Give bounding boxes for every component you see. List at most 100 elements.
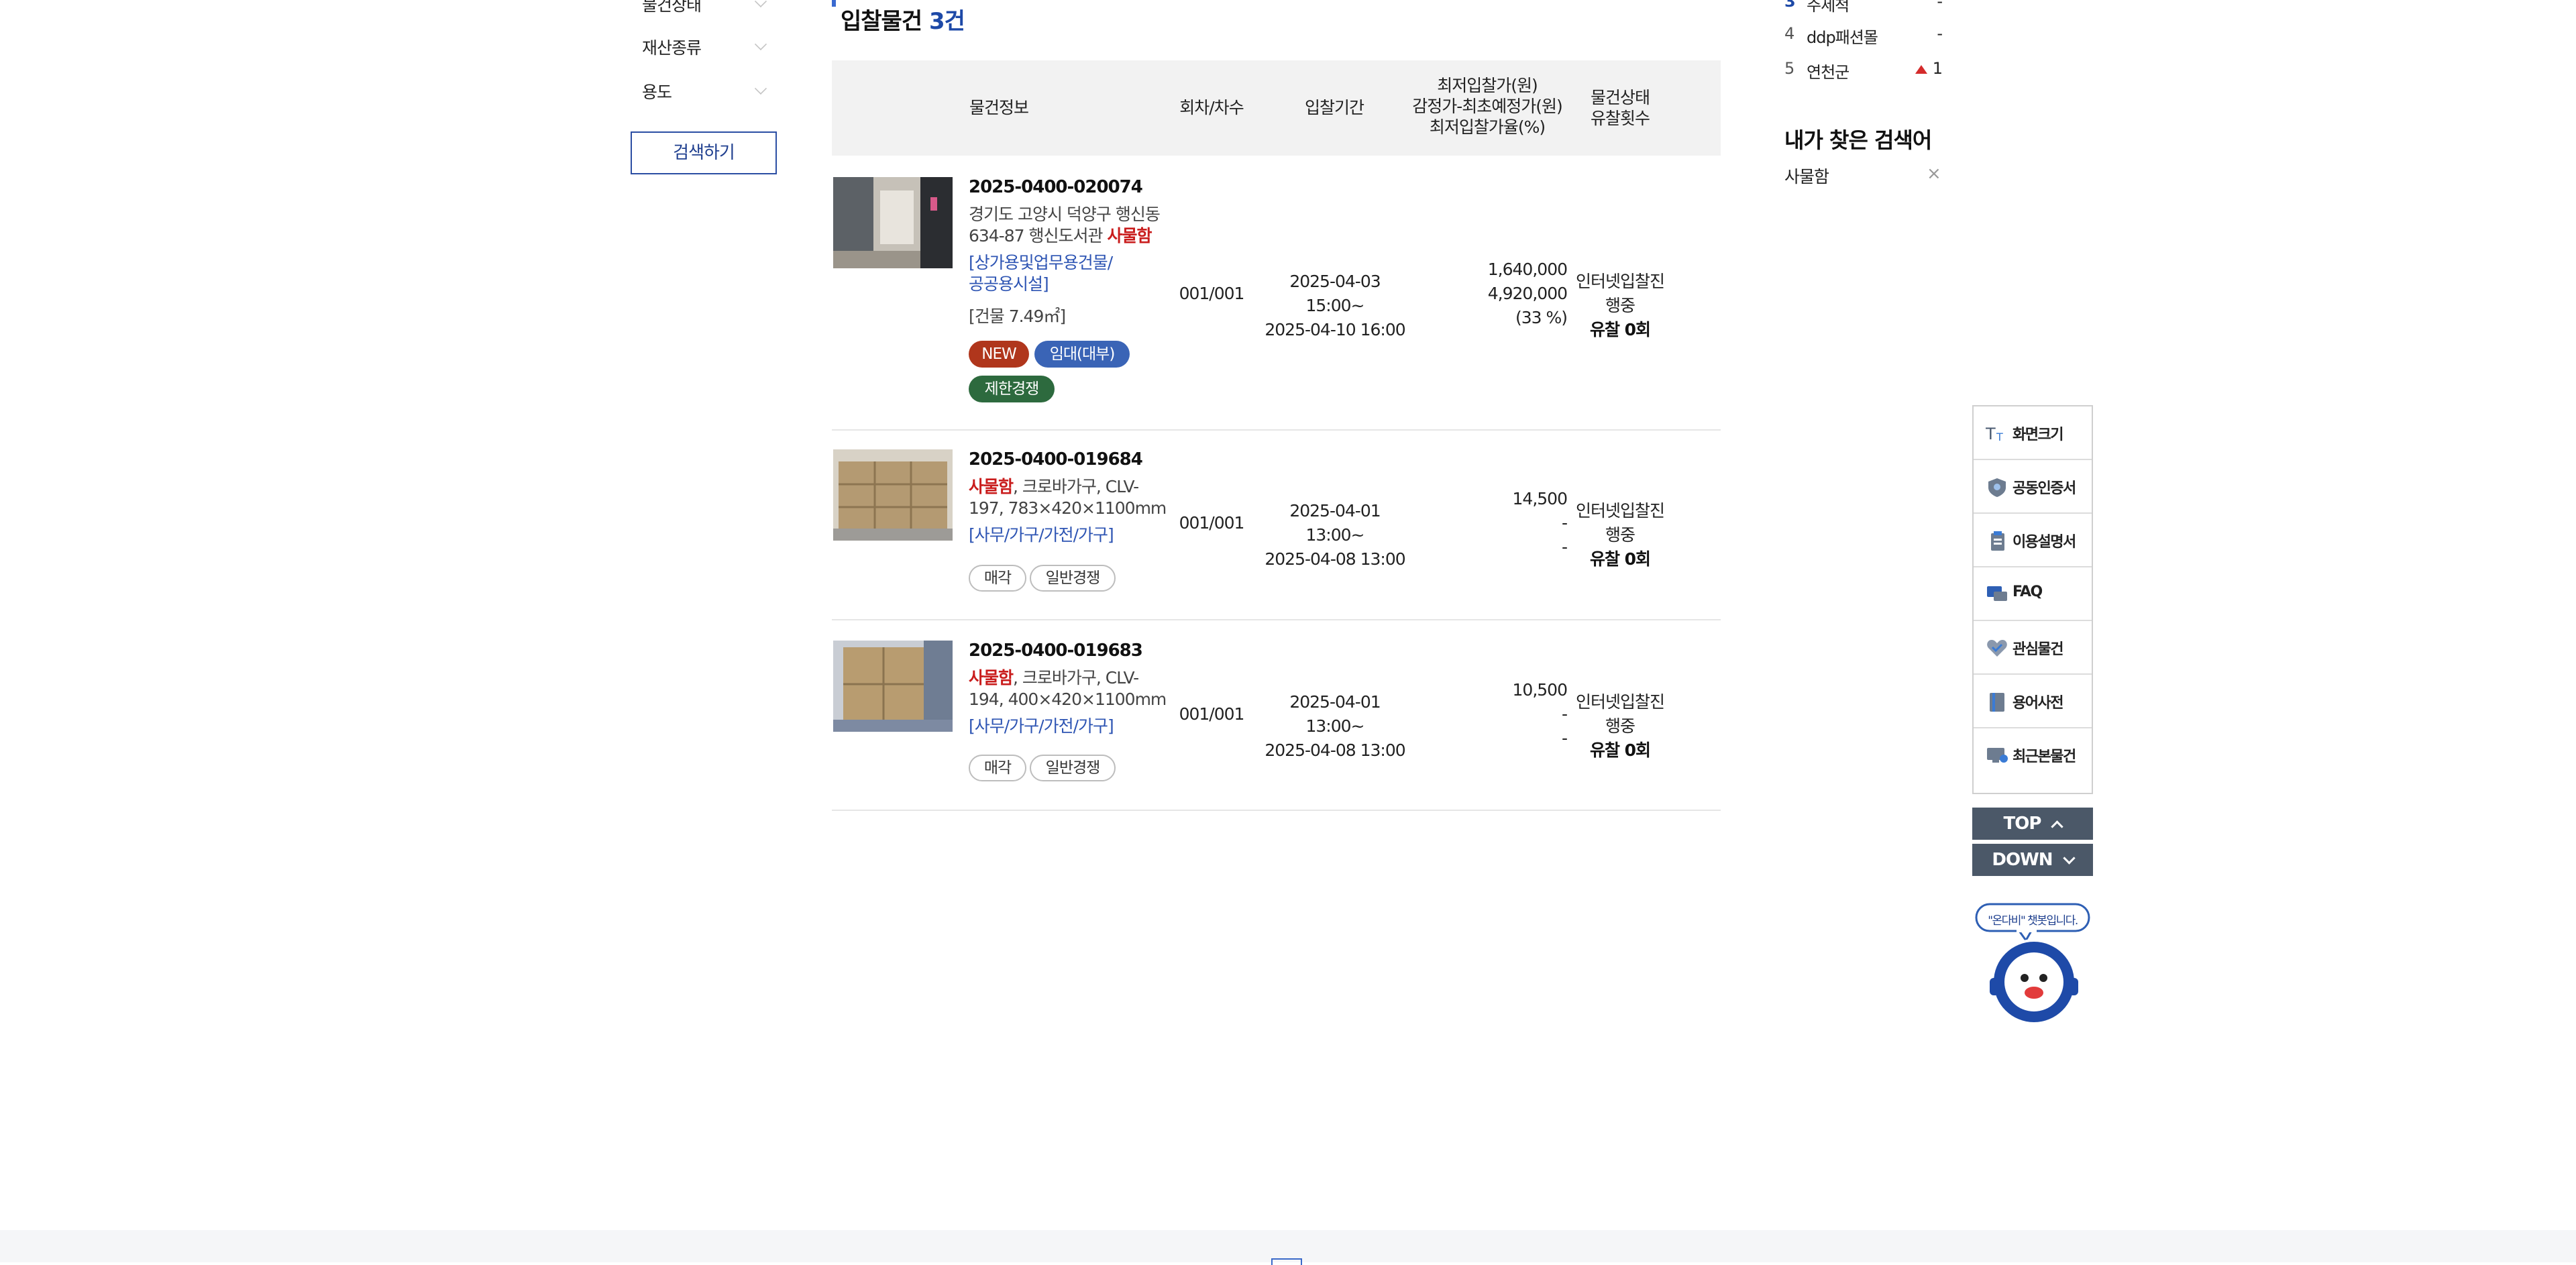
desc-line1: 경기도 고양시 덕양구 행신동 [969,205,1161,224]
prices: 1,640,000 4,920,000 (33 %) [1395,258,1568,330]
quick-label: 용어사전 [2012,695,2063,712]
case-number[interactable]: 2025-0400-020074 [969,177,1143,197]
header-price-line2: 감정가-최초예정가(원) [1412,97,1563,116]
rank-keyword[interactable]: 연천군 [1807,59,1849,82]
close-icon[interactable]: × [1927,164,1941,184]
item-area: [건물 7.49㎡] [969,307,1066,326]
title-marker [832,0,836,7]
item-status: 인터넷입찰진행중 유찰 0회 [1573,690,1667,763]
min-bid-price: 14,500 [1512,489,1568,508]
quick-certificate[interactable]: 공동인증서 [1974,460,2092,514]
period-end: 2025-04-10 16:00 [1265,320,1405,339]
badge-sale: 매각 [969,755,1026,781]
table-row[interactable]: 2025-0400-020074 경기도 고양시 덕양구 행신동 634-87 … [832,156,1721,431]
quick-faq[interactable]: FAQ [1974,567,2092,621]
quick-label: FAQ [2012,584,2043,600]
manual-icon [1991,531,2004,551]
scroll-top-button[interactable]: TOP [1972,808,2093,840]
item-description[interactable]: 사물함, 크로바가구, CLV- 197, 783×420×1100mm [969,476,1170,519]
fail-count-text: 유찰 0회 [1589,320,1651,339]
item-description[interactable]: 사물함, 크로바가구, CLV- 194, 400×420×1100mm [969,667,1170,710]
list-title-text: 입찰물건 [841,8,922,35]
down-label: DOWN [1992,850,2053,870]
ranking-item[interactable]: 4 ddp패션몰 - [1784,24,1943,48]
quick-label: 화면크기 [2012,427,2063,443]
fail-count: 유찰 0회 [1573,547,1667,571]
header-price-line1: 최저입찰가(원) [1437,76,1538,95]
rank-keyword[interactable]: ddp패션몰 [1807,24,1878,48]
badge-general-competition: 일반경쟁 [1030,755,1116,781]
quick-label: 최근본물건 [2012,749,2076,765]
header-price: 최저입찰가(원) 감정가-최초예정가(원) 최저입찰가율(%) [1403,75,1571,138]
desc-line1: 사물함, 크로바가구, CLV- [969,667,1170,689]
appraisal-price: 4,920,000 [1487,284,1568,303]
list-title: 입찰물건 3건 [841,3,965,36]
svg-text:T: T [1986,425,1996,443]
keyword-highlight: 사물함 [1107,226,1152,245]
filter-status-label: 물건상태 [642,0,702,15]
keyword-highlight: 사물함 [969,477,1014,496]
keyword-highlight: 사물함 [969,668,1014,688]
quick-manual[interactable]: 이용설명서 [1974,514,2092,567]
quick-label: 이용설명서 [2012,534,2076,551]
quick-dictionary[interactable]: 용어사전 [1974,675,2092,728]
chevron-down-icon [754,38,767,51]
period-start: 2025-04-03 15:00~ [1289,272,1381,315]
quick-text-size[interactable]: T T 화면크기 [1974,406,2092,460]
chevron-down-icon [754,82,767,95]
status-text: 인터넷입찰진행중 [1575,692,1665,736]
quick-label: 관심물건 [2012,641,2063,658]
filter-usage[interactable]: 용도 [642,79,767,106]
table-row[interactable]: 2025-0400-019683 사물함, 크로바가구, CLV- 194, 4… [832,620,1721,811]
search-button[interactable]: 검색하기 [631,131,777,174]
round: 001/001 [1179,284,1245,303]
filter-property-type[interactable]: 재산종류 [642,35,767,62]
my-search-keyword[interactable]: 사물함 [1784,164,1829,188]
usage-line1: [상가용및업무용건물/ [969,253,1113,272]
rank-number: 3 [1784,0,1796,11]
round: 001/001 [1179,704,1245,724]
quick-label: 공동인증서 [2012,480,2076,497]
ranking-item[interactable]: 5 연천군 1 [1784,59,1943,83]
rank-keyword[interactable]: 주세척 [1807,0,1849,15]
svg-text:T: T [1996,431,2003,443]
certificate-icon [1988,478,2006,497]
table-row[interactable]: 2025-0400-019684 사물함, 크로바가구, CLV- 197, 7… [832,431,1721,620]
filter-usage-label: 용도 [642,82,672,102]
header-period: 입찰기간 [1304,98,1364,117]
prices: 10,500 - - [1395,678,1568,751]
header-status: 물건상태 유찰횟수 [1573,87,1667,129]
desc-line2: 197, 783×420×1100mm [969,498,1167,518]
rank-change: 1 [1915,59,1943,78]
my-search-title: 내가 찾은 검색어 [1784,127,1932,153]
prices: 14,500 - - [1395,487,1568,559]
quick-menu: T T 화면크기 공동인증서 이용설명서 FAQ 관심물건 용어사전 최근본물건 [1972,405,2093,794]
quick-interest[interactable]: 관심물건 [1974,621,2092,675]
quick-recent[interactable]: 최근본물건 [1974,728,2092,782]
min-bid-rate: - [1561,537,1568,557]
desc-line2: 634-87 행신도서관 사물함 [969,225,1170,247]
filter-status[interactable]: 물건상태 [642,0,767,19]
case-number[interactable]: 2025-0400-019684 [969,449,1143,470]
item-photo[interactable] [833,641,953,732]
chatbot-bubble-text: "온다비" 챗봇입니다. [1988,914,2078,928]
rank-number: 5 [1784,59,1794,78]
item-description[interactable]: 경기도 고양시 덕양구 행신동 634-87 행신도서관 사물함 [969,204,1170,247]
list-count: 3건 [928,8,965,35]
item-usage: [사무/가구/가전/가구] [969,525,1114,545]
appraisal-price: - [1561,513,1568,533]
period-start: 2025-04-01 13:00~ [1289,692,1381,736]
min-bid-price: 1,640,000 [1487,260,1568,279]
period-end: 2025-04-08 13:00 [1265,549,1405,569]
min-bid-rate: - [1561,728,1568,748]
item-photo[interactable] [833,177,953,268]
top-label: TOP [2003,814,2042,834]
rank-number: 4 [1784,24,1794,43]
heart-check-icon [1987,640,2007,657]
ranking-item[interactable]: 3 주세척 - [1784,0,1943,16]
chatbot-launcher[interactable]: "온다비" 챗봇입니다. [1972,903,2093,1030]
scroll-down-button[interactable]: DOWN [1972,844,2093,876]
case-number[interactable]: 2025-0400-019683 [969,641,1143,661]
appraisal-price: - [1561,704,1568,724]
item-photo[interactable] [833,449,953,541]
